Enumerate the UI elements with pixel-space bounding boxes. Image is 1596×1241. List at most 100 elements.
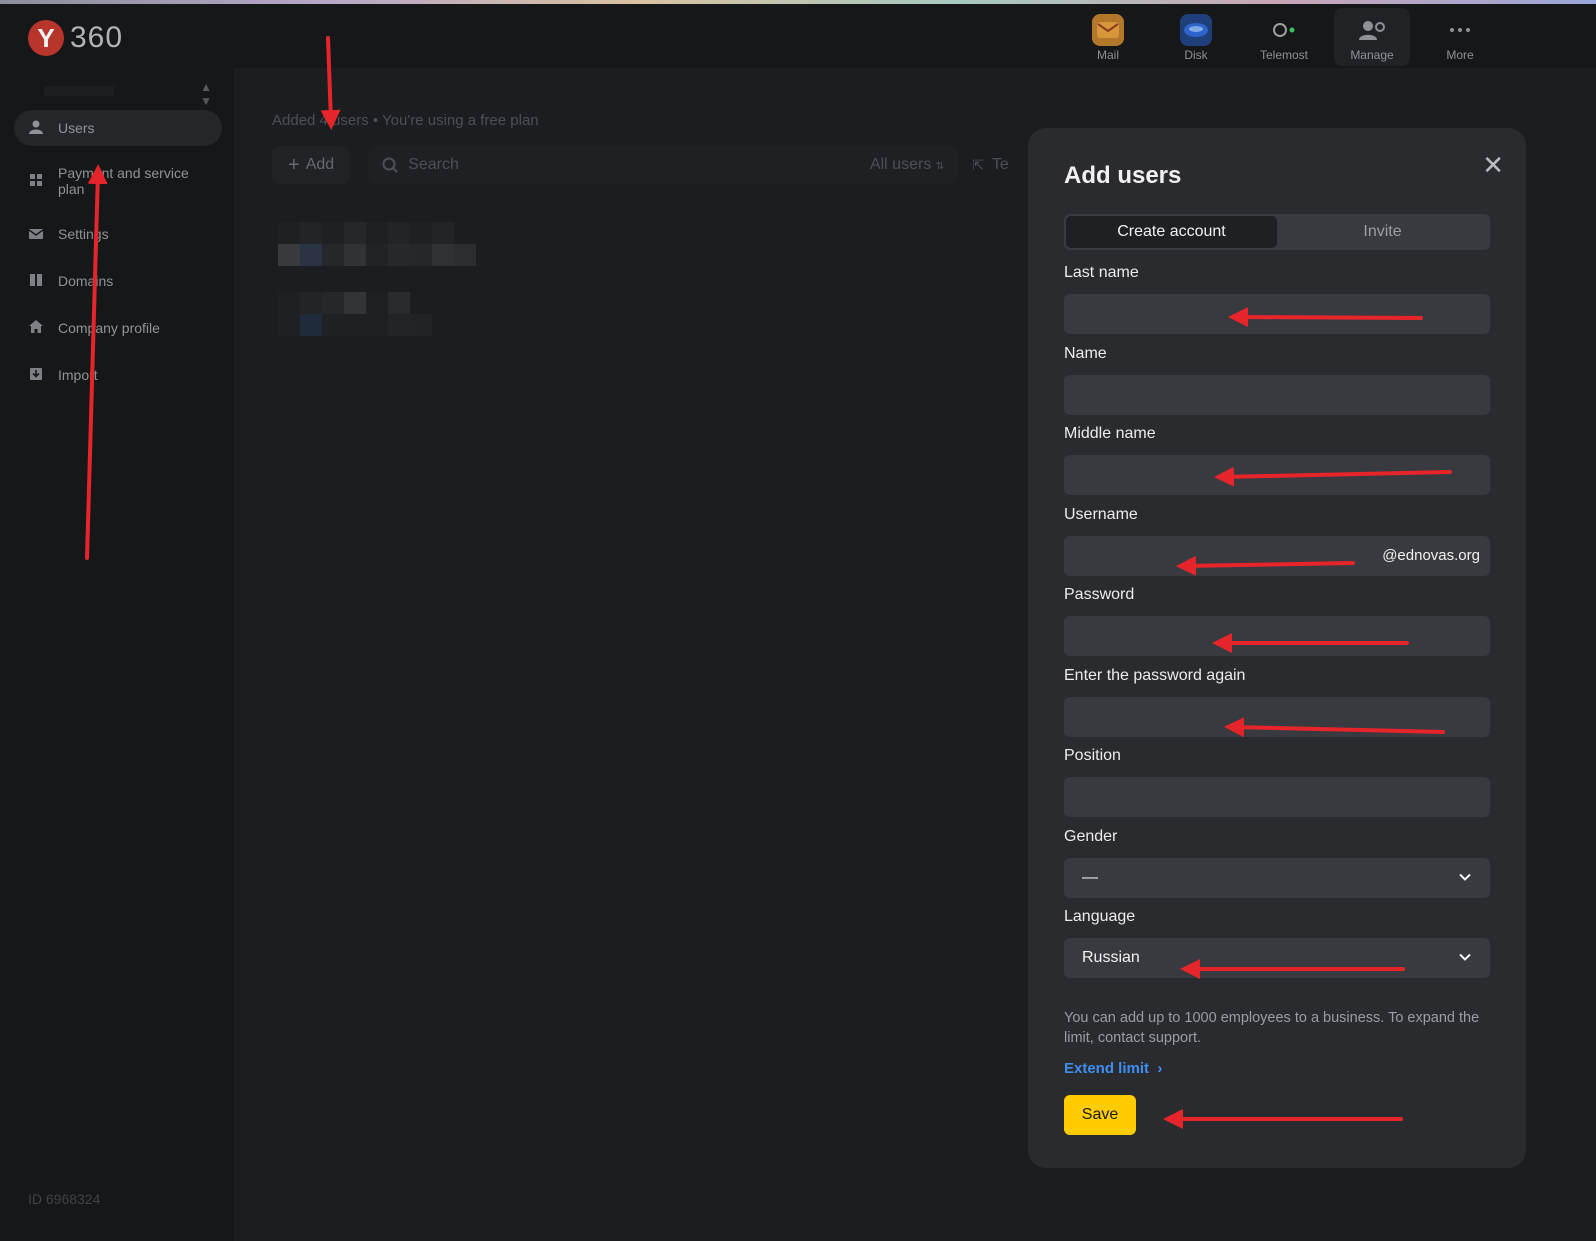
middle-name-field-group: Middle name <box>1064 425 1490 495</box>
add-user-button[interactable]: + Add <box>272 146 351 184</box>
redacted-user-row <box>278 292 410 314</box>
search-icon <box>382 157 398 173</box>
search-placeholder: Search <box>408 156 459 173</box>
add-users-dialog: ✕ Add users Create account Invite Last n… <box>1028 128 1526 1168</box>
language-value: Russian <box>1082 949 1140 966</box>
export-label: Te <box>991 156 1009 173</box>
employee-limit-note: You can add up to 1000 employees to a bu… <box>1064 1010 1480 1046</box>
last-name-field-group: Last name <box>1064 264 1490 334</box>
sidebar-nav: Users Payment and service plan Settings … <box>14 110 222 404</box>
more-icon <box>1444 14 1476 46</box>
chevron-down-icon <box>1459 953 1471 961</box>
last-name-input[interactable] <box>1064 294 1490 334</box>
disk-icon <box>1180 14 1212 46</box>
tab-invite[interactable]: Invite <box>1277 216 1488 248</box>
logo-360-text: 360 <box>70 21 124 54</box>
sidebar-item-label: Settings <box>58 226 109 242</box>
domain-suffix: @ednovas.org <box>1382 547 1480 564</box>
sidebar-item-label: Payment and service plan <box>58 165 189 197</box>
organization-id: ID 6968324 <box>28 1191 101 1207</box>
redacted-user-row <box>278 314 432 336</box>
sidebar-item-users[interactable]: Users <box>14 110 222 146</box>
sidebar-item-label: Domains <box>58 273 114 289</box>
app-switcher: Mail Disk Telemost Manage More <box>1070 8 1510 66</box>
manage-icon <box>1356 14 1388 46</box>
app-label: More <box>1446 48 1474 62</box>
name-input[interactable] <box>1064 375 1490 415</box>
language-select[interactable]: Russian <box>1064 938 1490 978</box>
user-filter-select[interactable]: All users ⇅ <box>870 156 944 174</box>
middle-name-label: Middle name <box>1064 425 1156 442</box>
sidebar-item-settings[interactable]: Settings <box>14 216 222 252</box>
app-label: Manage <box>1350 48 1394 62</box>
username-input[interactable]: @ednovas.org <box>1064 536 1490 576</box>
password-label: Password <box>1064 586 1135 603</box>
sidebar-item-payment[interactable]: Payment and service plan <box>14 157 222 205</box>
position-input[interactable] <box>1064 777 1490 817</box>
language-field-group: Language Russian <box>1064 908 1490 978</box>
logo-y-icon: Y <box>28 20 64 56</box>
logo[interactable]: Y 360 <box>28 20 123 56</box>
sidebar-item-domains[interactable]: Domains <box>14 263 222 299</box>
gender-label: Gender <box>1064 828 1118 845</box>
gender-field-group: Gender — <box>1064 828 1490 898</box>
gender-select[interactable]: — <box>1064 858 1490 898</box>
app-label: Telemost <box>1259 48 1309 62</box>
app-label: Disk <box>1184 48 1208 62</box>
mail-settings-icon <box>28 227 44 242</box>
organization-selector[interactable]: ▲ ▼ <box>22 78 218 108</box>
account-mode-tabs: Create account Invite <box>1064 214 1490 250</box>
sidebar-item-label: Import <box>58 367 98 383</box>
plus-icon: + <box>288 154 300 176</box>
close-icon[interactable]: ✕ <box>1482 152 1504 178</box>
home-icon <box>28 320 44 336</box>
app-manage[interactable]: Manage <box>1334 8 1410 66</box>
password-again-input[interactable] <box>1064 697 1490 737</box>
sidebar-item-label: Users <box>58 120 95 136</box>
sidebar: ▲ ▼ Users Payment and service plan Settin… <box>0 68 234 1241</box>
dialog-title: Add users <box>1064 162 1182 189</box>
app-more[interactable]: More <box>1422 8 1498 66</box>
sidebar-item-import[interactable]: Import <box>14 357 222 393</box>
position-label: Position <box>1064 747 1121 764</box>
domains-icon <box>28 273 44 289</box>
name-field-group: Name <box>1064 345 1490 415</box>
save-button[interactable]: Save <box>1064 1095 1136 1135</box>
tab-create-account[interactable]: Create account <box>1066 216 1277 248</box>
updown-arrow-icon: ▲ ▼ <box>200 80 212 108</box>
app-label: Mail <box>1096 48 1119 62</box>
user-icon <box>28 120 44 137</box>
gender-value: — <box>1082 869 1098 886</box>
search-input[interactable]: Search All users ⇅ <box>368 146 959 184</box>
name-label: Name <box>1064 345 1107 362</box>
username-label: Username <box>1064 506 1138 523</box>
app-disk[interactable]: Disk <box>1158 8 1234 66</box>
organization-name-redacted <box>44 86 114 96</box>
add-button-label: Add <box>305 156 335 173</box>
sidebar-item-label: Company profile <box>58 320 160 336</box>
password-input[interactable] <box>1064 616 1490 656</box>
header: Y 360 Mail Disk Telemost Manage More <box>0 4 1596 68</box>
mail-icon <box>1092 14 1124 46</box>
middle-name-input[interactable] <box>1064 455 1490 495</box>
app-mail[interactable]: Mail <box>1070 8 1146 66</box>
password-again-label: Enter the password again <box>1064 667 1246 684</box>
username-field-group: Username @ednovas.org <box>1064 506 1490 576</box>
external-link-icon: ⇱ <box>972 156 984 173</box>
extend-limit-label: Extend limit <box>1064 1060 1150 1077</box>
position-field-group: Position <box>1064 747 1490 817</box>
users-summary: Added 4 users • You're using a free plan <box>272 112 539 129</box>
extend-limit-link[interactable]: Extend limit › <box>1064 1060 1162 1077</box>
users-toolbar: + Add Search All users ⇅ ⇱ Te <box>272 146 1009 184</box>
chevron-down-icon <box>1459 873 1471 881</box>
sidebar-item-company-profile[interactable]: Company profile <box>14 310 222 346</box>
filter-label: All users <box>869 156 932 173</box>
import-icon <box>28 367 44 383</box>
password-again-field-group: Enter the password again <box>1064 667 1490 737</box>
export-button[interactable]: ⇱ Te <box>972 146 1009 184</box>
language-label: Language <box>1064 908 1136 925</box>
password-field-group: Password <box>1064 586 1490 656</box>
updown-arrow-icon: ⇅ <box>935 161 945 172</box>
redacted-user-row <box>278 222 454 244</box>
app-telemost[interactable]: Telemost <box>1246 8 1322 66</box>
